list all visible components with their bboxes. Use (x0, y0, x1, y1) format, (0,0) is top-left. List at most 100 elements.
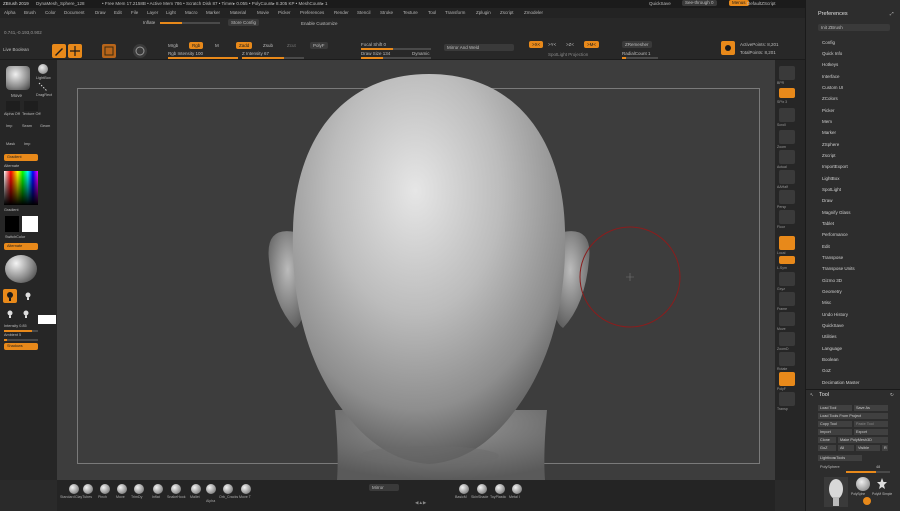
pref-spotlight[interactable]: SpotLight (822, 187, 841, 192)
menu-zplugin[interactable]: Zplugin (476, 8, 491, 18)
menu-texture[interactable]: Texture (403, 8, 418, 18)
menu-alpha[interactable]: Alpha (4, 8, 16, 18)
tool-panel-refresh-icon[interactable]: ↻ (890, 392, 894, 398)
intensity-slider[interactable] (4, 330, 38, 332)
copy-tool-button[interactable]: Copy Tool (818, 421, 852, 427)
see-through-slider[interactable]: See-through 0 (682, 0, 717, 6)
zoomd-button[interactable] (779, 332, 795, 346)
mask-button[interactable]: Mask (6, 142, 15, 146)
zcut-button[interactable]: Zcut (287, 43, 296, 48)
brush-pinch[interactable] (100, 484, 110, 494)
symmetry-y-button[interactable]: >Y< (548, 42, 556, 47)
z-intensity-slider[interactable] (242, 57, 304, 59)
material-metal[interactable] (512, 484, 522, 494)
pref-transpose-units[interactable]: Transpose Units (822, 266, 855, 271)
edit-mode-button[interactable] (52, 44, 66, 58)
rgb-button[interactable]: Rgb (189, 42, 204, 49)
material-skinshade[interactable] (477, 484, 487, 494)
brush-inflat[interactable] (153, 484, 163, 494)
pref-mem[interactable]: Mem (822, 119, 832, 124)
menu-marker[interactable]: Marker (206, 8, 220, 18)
goz-button[interactable]: GoZ (818, 445, 836, 451)
tool-panel-title[interactable]: Tool (819, 392, 829, 398)
pref-marker[interactable]: Marker (822, 130, 836, 135)
brush-claytubes[interactable] (83, 484, 93, 494)
shadows-button[interactable]: Shadows (4, 343, 38, 350)
alpha-thumbnail[interactable] (6, 101, 20, 111)
menu-zmodeler[interactable]: Zmodeler (524, 8, 543, 18)
ambient-slider[interactable] (4, 339, 38, 341)
pref-lightbox[interactable]: LightBox (822, 176, 840, 181)
gxyz-button[interactable] (779, 272, 795, 286)
menu-file[interactable]: File (131, 8, 138, 18)
pref-hotkeys[interactable]: Hotkeys (822, 62, 838, 67)
aahalf-button[interactable] (779, 170, 795, 184)
geom-button[interactable]: Geom (40, 124, 50, 128)
rotate-view-button[interactable] (779, 352, 795, 366)
texture-thumbnail[interactable] (24, 101, 38, 111)
import-button[interactable]: Import (818, 429, 852, 435)
menu-brush[interactable]: Brush (24, 8, 36, 18)
brush-alpha[interactable] (206, 484, 216, 494)
brush-orb-cracks[interactable] (223, 484, 233, 494)
save-as-button[interactable]: Save As (854, 405, 888, 411)
transp-button[interactable] (779, 392, 795, 406)
export-button[interactable]: Export (854, 429, 888, 435)
enable-customize-button[interactable]: Enable Customize (301, 21, 338, 26)
rgb-intensity-slider[interactable] (168, 57, 238, 59)
local-button[interactable] (779, 236, 795, 250)
light-bulb-button[interactable] (3, 289, 17, 303)
store-config-button[interactable]: Store Config (228, 19, 260, 26)
menu-stencil[interactable]: Stencil (357, 8, 371, 18)
pref-performance[interactable]: Performance (822, 232, 848, 237)
quicksave-button[interactable]: QuickSave (649, 1, 671, 6)
gradient-button[interactable]: Gradient (4, 154, 38, 161)
floor-button[interactable] (779, 210, 795, 224)
tool-thumbnail-polysphere[interactable] (856, 477, 870, 491)
default-zscript[interactable]: DefaultZScript (747, 1, 776, 6)
menu-material[interactable]: Material (230, 8, 246, 18)
lsym-button[interactable] (779, 256, 795, 264)
pref-geometry[interactable]: Geometry (822, 289, 842, 294)
alternate-button[interactable]: Alternate (4, 243, 38, 250)
zremesher-button[interactable]: ZRemesher (622, 41, 652, 48)
tool-thumbnail-simple[interactable] (876, 477, 888, 491)
pref-zscript[interactable]: Zscript (822, 153, 836, 158)
switch-color-button[interactable]: SwitchColor (5, 235, 25, 239)
menu-preferences[interactable]: Preferences (300, 8, 324, 18)
draw-size-slider[interactable] (361, 57, 431, 59)
imp2-button[interactable]: Imp (24, 142, 30, 146)
panel-pin-icon[interactable]: ⤢ (890, 11, 894, 16)
load-tool-button[interactable]: Load Tool (818, 405, 852, 411)
pref-config[interactable]: Config (822, 40, 835, 45)
menu-movie[interactable]: Movie (257, 8, 269, 18)
pref-goz[interactable]: GoZ (822, 368, 831, 373)
menu-macro[interactable]: Macro (185, 8, 198, 18)
light-bulb-2-icon[interactable] (6, 309, 14, 319)
tool-thumbnail-button[interactable] (721, 41, 735, 55)
pref-picker[interactable]: Picker (822, 108, 835, 113)
light-color-swatch[interactable] (38, 315, 56, 324)
stroke-dots-icon[interactable] (38, 82, 48, 92)
polyf-view-button[interactable] (779, 372, 795, 386)
pref-edit[interactable]: Edit (822, 244, 830, 249)
tool-thumbnail-head[interactable] (824, 477, 848, 507)
preferences-title[interactable]: Preferences (818, 11, 848, 17)
polyf-button[interactable]: PolyF (310, 42, 328, 49)
brush-trimdy[interactable] (134, 484, 144, 494)
menus-toggle[interactable]: Menus (729, 0, 749, 6)
radial-count-slider[interactable] (622, 57, 658, 59)
menu-tool[interactable]: Tool (428, 8, 436, 18)
seam-button[interactable]: Seam (22, 124, 32, 128)
color-picker[interactable] (4, 171, 38, 205)
init-zbrush-button[interactable]: Init ZBrush (818, 24, 890, 31)
brush-snakehook[interactable] (171, 484, 181, 494)
zsub-button[interactable]: Zsub (263, 43, 273, 48)
secondary-color-swatch[interactable] (22, 216, 38, 232)
pref-interface[interactable]: Interface (822, 74, 840, 79)
menu-color[interactable]: Color (45, 8, 56, 18)
rotate-mode-button[interactable] (133, 44, 147, 58)
pref-misc[interactable]: Misc (822, 300, 831, 305)
menu-stroke[interactable]: Stroke (380, 8, 393, 18)
tool-scale-slider[interactable] (846, 471, 890, 473)
